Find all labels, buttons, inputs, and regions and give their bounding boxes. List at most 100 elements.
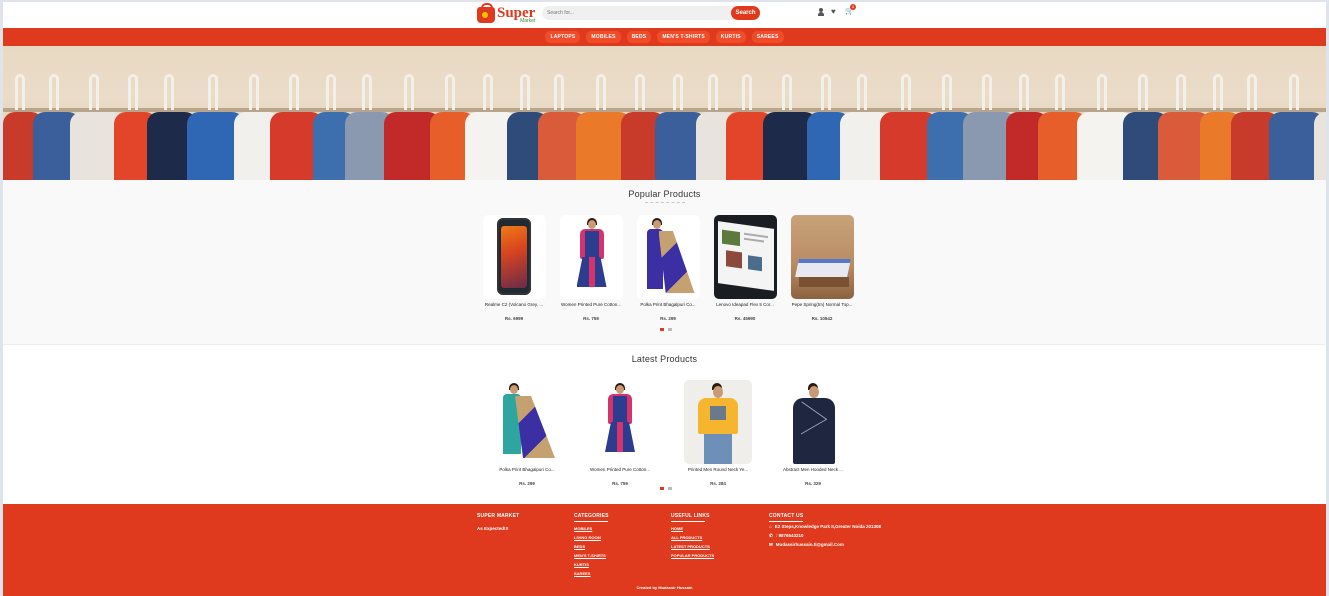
product-name[interactable]: Printed Men Round Neck Ye... xyxy=(678,467,758,479)
cart-count-badge: 0 xyxy=(850,4,856,10)
cart-icon[interactable]: 🛒 0 xyxy=(845,4,856,16)
footer-phone: ✆ : 9876543210 xyxy=(769,533,889,538)
search-bar: Search xyxy=(542,6,760,20)
garment xyxy=(1314,112,1326,180)
product-card[interactable]: Women Printed Pure Cotton... Rs. 759 xyxy=(585,380,655,486)
product-name[interactable]: Polka Print Bhagalpuri Co... xyxy=(635,302,701,314)
nav-item-beds[interactable]: BEDS xyxy=(626,31,652,43)
footer-link-all-products[interactable]: ALL PRODUCTS xyxy=(671,533,714,542)
footer-heading-underline xyxy=(574,521,608,522)
product-name[interactable]: Lenovo Ideapad Flex 5 Cor... xyxy=(712,302,778,314)
product-price: Rs. 10542 xyxy=(811,316,833,321)
hanger xyxy=(249,74,259,110)
product-image[interactable] xyxy=(790,215,854,299)
product-price: Rs. 329 xyxy=(805,481,821,486)
hanger xyxy=(1019,74,1029,110)
product-name[interactable]: Polka Print Bhagalpuri Co... xyxy=(492,467,562,479)
hanger xyxy=(708,74,718,110)
product-price: Rs. 6999 xyxy=(504,316,524,321)
product-image[interactable] xyxy=(482,215,546,299)
carousel-pagination xyxy=(660,328,672,331)
carousel-dot[interactable] xyxy=(660,487,664,490)
product-card[interactable]: Polka Print Bhagalpuri Co... Rs. 299 xyxy=(635,215,701,321)
popular-products-title: Popular Products xyxy=(628,189,701,199)
footer-categories-heading: CATEGORIES xyxy=(574,513,609,519)
product-price: Rs. 45990 xyxy=(734,316,756,321)
product-name[interactable]: Women Printed Pure Cotton... xyxy=(558,302,624,314)
header-icons: ♥ 🛒 0 xyxy=(817,4,856,16)
footer-link-beds[interactable]: BEDS xyxy=(574,542,609,551)
footer-links-heading: USEFUL LINKS xyxy=(671,513,710,519)
product-card[interactable]: Women Printed Pure Cotton... Rs. 759 xyxy=(558,215,624,321)
product-image[interactable] xyxy=(559,215,623,299)
footer-email: ✉ Mudassirhussain.tl@gmail.Com xyxy=(769,542,889,547)
envelope-icon: ✉ xyxy=(769,542,773,547)
footer-brand-column: SUPER MARKET As Expected!!! xyxy=(477,513,519,533)
carousel-dot[interactable] xyxy=(668,328,672,331)
footer-contact-heading: CONTACT US xyxy=(769,513,804,519)
nav-item-kurtis[interactable]: KURTIS xyxy=(715,31,746,43)
footer-link-popular-products[interactable]: POPULAR PRODUCTS xyxy=(671,551,714,560)
product-image[interactable] xyxy=(684,380,752,464)
footer-tagline: As Expected!!! xyxy=(477,526,509,531)
hanger xyxy=(595,74,606,110)
hanger xyxy=(1212,74,1223,110)
hanger xyxy=(89,74,99,110)
nav-item-mobiles[interactable]: MOBILES xyxy=(586,31,621,43)
search-input[interactable] xyxy=(542,6,734,20)
heart-icon[interactable]: ♥ xyxy=(831,8,839,16)
footer-link-mobiles[interactable]: MOBILES xyxy=(574,524,609,533)
footer-link-mens-tshirts[interactable]: MEN'S T-SHIRTS xyxy=(574,551,609,560)
product-name[interactable]: Realme C2 (Volcano Grey, ... xyxy=(481,302,547,314)
footer-credit: Created by Mudassir Hussain xyxy=(636,585,693,590)
product-card[interactable]: Pepe Spring(tm) Normal Top... Rs. 10542 xyxy=(789,215,855,321)
hanger xyxy=(1054,74,1065,110)
product-card[interactable]: Printed Men Round Neck Ye... Rs. 284 xyxy=(678,380,758,486)
product-card[interactable]: Realme C2 (Volcano Grey, ... Rs. 6999 xyxy=(481,215,547,321)
footer-links-column: USEFUL LINKS HOME ALL PRODUCTS LATEST PR… xyxy=(671,513,714,560)
hanger xyxy=(48,74,59,110)
footer-link-living-room[interactable]: LIVING ROOM xyxy=(574,533,609,542)
hero-banner-image xyxy=(3,46,1326,180)
footer-link-latest-products[interactable]: LATEST PRODUCTS xyxy=(671,542,714,551)
hanger xyxy=(326,74,336,110)
product-name[interactable]: Women Printed Pure Cotton... xyxy=(585,467,655,479)
phone-icon: ✆ xyxy=(769,533,773,538)
product-card[interactable]: Abstract Men Hooded Neck ... Rs. 329 xyxy=(778,380,848,486)
home-icon: ⌂ xyxy=(769,524,772,529)
search-button[interactable]: Search xyxy=(731,6,760,20)
product-image[interactable] xyxy=(586,380,654,464)
product-card[interactable]: Lenovo Ideapad Flex 5 Cor... Rs. 45990 xyxy=(712,215,778,321)
product-image[interactable] xyxy=(493,380,561,464)
nav-item-sarees[interactable]: SAREES xyxy=(751,31,784,43)
hanger xyxy=(15,74,25,110)
hanger xyxy=(820,74,831,110)
nav-item-laptops[interactable]: LAPTOPS xyxy=(545,31,581,43)
hanger xyxy=(127,74,138,110)
product-price: Rs. 299 xyxy=(660,316,676,321)
hanger xyxy=(672,74,683,110)
product-price: Rs. 759 xyxy=(612,481,628,486)
phone-text: : 9876543210 xyxy=(775,533,804,538)
email-text[interactable]: Mudassirhussain.tl@gmail.Com xyxy=(776,542,844,547)
user-icon[interactable] xyxy=(817,8,825,16)
product-image[interactable] xyxy=(636,215,700,299)
hanger xyxy=(1176,74,1186,110)
hanger xyxy=(164,74,174,110)
address-text: E2 Steps,Knowledge Park II,Greater Noida… xyxy=(774,524,882,529)
hanger xyxy=(1137,74,1148,110)
footer-link-home[interactable]: HOME xyxy=(671,524,714,533)
product-card[interactable]: Polka Print Bhagalpuri Co... Rs. 299 xyxy=(492,380,562,486)
footer-link-kurtis[interactable]: KURTIS xyxy=(574,560,609,569)
product-image[interactable] xyxy=(713,215,777,299)
carousel-dot[interactable] xyxy=(668,487,672,490)
logo[interactable]: Super Market xyxy=(477,2,535,24)
carousel-dot[interactable] xyxy=(660,328,664,331)
hanger xyxy=(444,74,455,110)
product-image[interactable] xyxy=(779,380,847,464)
nav-item-mens-tshirts[interactable]: MEN'S T-SHIRTS xyxy=(657,31,710,43)
carousel-pagination xyxy=(660,487,672,490)
product-name[interactable]: Pepe Spring(tm) Normal Top... xyxy=(789,302,855,314)
product-name[interactable]: Abstract Men Hooded Neck ... xyxy=(778,467,848,479)
footer-link-sarees[interactable]: SAREES xyxy=(574,569,609,578)
